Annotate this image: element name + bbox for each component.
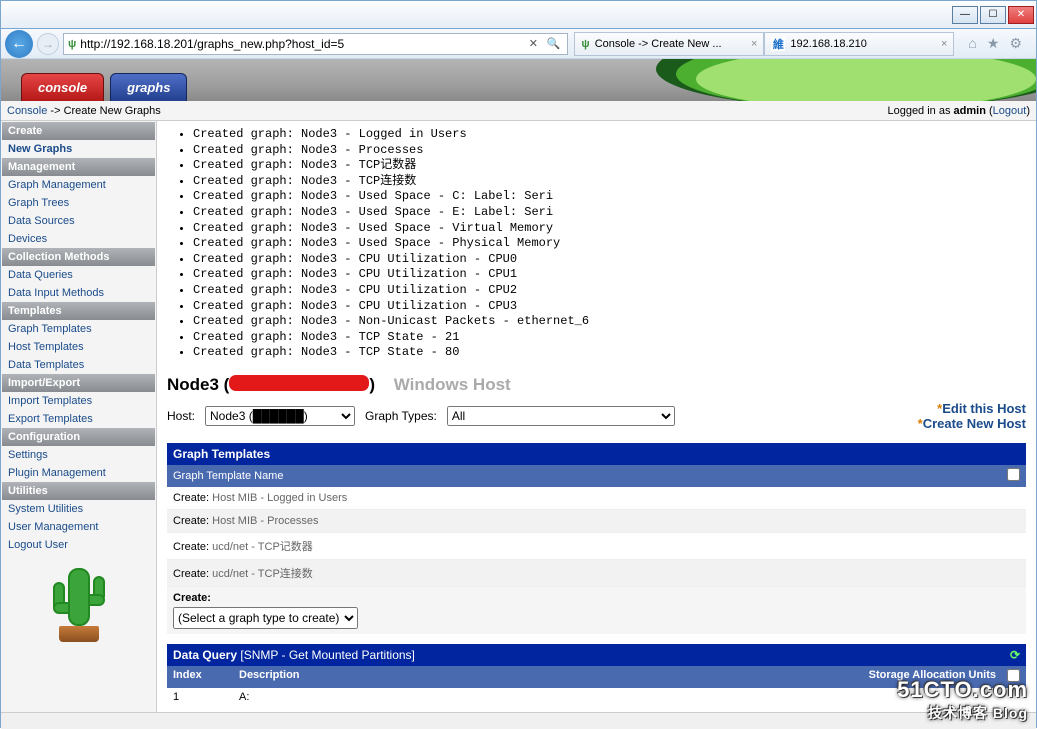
log-line: Created graph: Node3 - TCP State - 21 bbox=[193, 330, 1026, 346]
sidebar-item-new-graphs[interactable]: New Graphs bbox=[8, 143, 72, 155]
main-content: Created graph: Node3 - Logged in UsersCr… bbox=[157, 121, 1036, 712]
cactus-logo-icon bbox=[49, 562, 109, 642]
tab-label: 192.168.18.210 bbox=[790, 38, 866, 50]
log-line: Created graph: Node3 - CPU Utilization -… bbox=[193, 252, 1026, 268]
redacted-ip bbox=[229, 375, 369, 391]
close-button[interactable]: ✕ bbox=[1008, 6, 1034, 24]
url-input[interactable] bbox=[80, 37, 523, 51]
graph-template-row: Create: Host MIB - Processes bbox=[167, 510, 1026, 533]
create-label: Create: bbox=[173, 592, 211, 604]
sidebar-item-data-input[interactable]: Data Input Methods bbox=[8, 287, 104, 299]
log-line: Created graph: Node3 - CPU Utilization -… bbox=[193, 283, 1026, 299]
home-icon[interactable]: ⌂ bbox=[968, 35, 976, 52]
graph-template-row: Create: ucd/net - TCP记数器 bbox=[167, 533, 1026, 560]
log-line: Created graph: Node3 - Used Space - Phys… bbox=[193, 236, 1026, 252]
tab-close-icon[interactable]: × bbox=[941, 38, 947, 50]
sidebar-item-user-management[interactable]: User Management bbox=[8, 521, 99, 533]
log-line: Created graph: Node3 - Used Space - C: L… bbox=[193, 189, 1026, 205]
browser-toolbar: ← → ψ ✕ 🔍 ψ Console -> Create New ... × … bbox=[1, 29, 1036, 59]
graph-templates-header: Graph Templates bbox=[167, 443, 1026, 465]
log-line: Created graph: Node3 - TCP记数器 bbox=[193, 158, 1026, 174]
stop-reload-icon[interactable]: ✕ bbox=[523, 34, 543, 54]
data-query-header: Data Query [SNMP - Get Mounted Partition… bbox=[167, 644, 1026, 666]
forward-button[interactable]: → bbox=[37, 33, 59, 55]
sidebar-item-data-templates[interactable]: Data Templates bbox=[8, 359, 84, 371]
logout-link[interactable]: Logout bbox=[993, 105, 1027, 117]
sidebar-item-plugin-management[interactable]: Plugin Management bbox=[8, 467, 106, 479]
minimize-button[interactable]: — bbox=[952, 6, 978, 24]
host-select[interactable]: Node3 (██████) bbox=[205, 406, 355, 426]
breadcrumb-console-link[interactable]: Console bbox=[7, 105, 47, 117]
cacti-favicon-icon: ψ bbox=[581, 38, 589, 50]
log-line: Created graph: Node3 - TCP连接数 bbox=[193, 174, 1026, 190]
host-label: Host: bbox=[167, 409, 195, 423]
sidebar-header-create: Create bbox=[2, 122, 155, 140]
sidebar-item-data-sources[interactable]: Data Sources bbox=[8, 215, 75, 227]
select-all-checkbox[interactable] bbox=[1007, 468, 1020, 481]
browser-tab-2[interactable]: 維 192.168.18.210 × bbox=[764, 32, 954, 56]
sidebar-item-host-templates[interactable]: Host Templates bbox=[8, 341, 84, 353]
breadcrumb-current: Create New Graphs bbox=[64, 105, 161, 117]
sidebar-header-configuration: Configuration bbox=[2, 428, 155, 446]
tab-graphs[interactable]: graphs bbox=[110, 73, 187, 101]
sidebar-item-import-templates[interactable]: Import Templates bbox=[8, 395, 92, 407]
sidebar-item-logout-user[interactable]: Logout User bbox=[8, 539, 68, 551]
sidebar-item-graph-templates[interactable]: Graph Templates bbox=[8, 323, 92, 335]
app-tabs: console graphs bbox=[1, 59, 1036, 101]
search-icon[interactable]: 🔍 bbox=[543, 34, 563, 54]
cacti-banner-graphic bbox=[616, 59, 1036, 101]
back-button[interactable]: ← bbox=[5, 30, 33, 58]
favorites-icon[interactable]: ★ bbox=[987, 35, 1000, 52]
sidebar: Create New Graphs Management Graph Manag… bbox=[1, 121, 157, 712]
cacti-favicon-icon: ψ bbox=[68, 38, 76, 50]
sidebar-item-settings[interactable]: Settings bbox=[8, 449, 48, 461]
graph-template-row: Create: ucd/net - TCP连接数 bbox=[167, 560, 1026, 587]
graph-types-select[interactable]: All bbox=[447, 406, 675, 426]
create-host-link[interactable]: *Create New Host bbox=[918, 416, 1026, 431]
sidebar-item-export-templates[interactable]: Export Templates bbox=[8, 413, 93, 425]
watermark: 51CTO.com 技术博客 Blog bbox=[897, 677, 1028, 723]
reload-icon[interactable]: ⟳ bbox=[1010, 648, 1020, 662]
graph-templates-col-header: Graph Template Name bbox=[167, 465, 1026, 487]
tab-close-icon[interactable]: × bbox=[751, 38, 757, 50]
window-title-bar: — ☐ ✕ bbox=[1, 1, 1036, 29]
tools-icon[interactable]: ⚙ bbox=[1009, 35, 1022, 52]
browser-tab-1[interactable]: ψ Console -> Create New ... × bbox=[574, 32, 764, 56]
log-line: Created graph: Node3 - Used Space - Virt… bbox=[193, 221, 1026, 237]
log-line: Created graph: Node3 - CPU Utilization -… bbox=[193, 267, 1026, 283]
log-line: Created graph: Node3 - Logged in Users bbox=[193, 127, 1026, 143]
sidebar-header-collection: Collection Methods bbox=[2, 248, 155, 266]
sidebar-header-management: Management bbox=[2, 158, 155, 176]
current-user: admin bbox=[954, 105, 986, 117]
favicon-icon: 維 bbox=[771, 37, 785, 51]
tab-label: Console -> Create New ... bbox=[595, 38, 722, 50]
sidebar-header-import-export: Import/Export bbox=[2, 374, 155, 392]
graph-type-select[interactable]: (Select a graph type to create) bbox=[173, 607, 358, 629]
sidebar-item-graph-management[interactable]: Graph Management bbox=[8, 179, 106, 191]
address-bar[interactable]: ψ ✕ 🔍 bbox=[63, 33, 568, 55]
tab-console[interactable]: console bbox=[21, 73, 104, 101]
host-title: Node3 () Windows Host bbox=[167, 375, 1026, 395]
sidebar-header-utilities: Utilities bbox=[2, 482, 155, 500]
edit-host-link[interactable]: *Edit this Host bbox=[918, 401, 1026, 416]
log-line: Created graph: Node3 - Processes bbox=[193, 143, 1026, 159]
creation-log: Created graph: Node3 - Logged in UsersCr… bbox=[167, 127, 1026, 361]
sidebar-item-data-queries[interactable]: Data Queries bbox=[8, 269, 73, 281]
horizontal-scrollbar[interactable] bbox=[1, 712, 1036, 729]
graph-types-label: Graph Types: bbox=[365, 409, 437, 423]
log-line: Created graph: Node3 - CPU Utilization -… bbox=[193, 299, 1026, 315]
log-line: Created graph: Node3 - Non-Unicast Packe… bbox=[193, 314, 1026, 330]
sidebar-item-system-utilities[interactable]: System Utilities bbox=[8, 503, 83, 515]
log-line: Created graph: Node3 - TCP State - 80 bbox=[193, 345, 1026, 361]
maximize-button[interactable]: ☐ bbox=[980, 6, 1006, 24]
sidebar-header-templates: Templates bbox=[2, 302, 155, 320]
graph-template-row: Create: Host MIB - Logged in Users bbox=[167, 487, 1026, 510]
sidebar-item-graph-trees[interactable]: Graph Trees bbox=[8, 197, 69, 209]
sidebar-item-devices[interactable]: Devices bbox=[8, 233, 47, 245]
log-line: Created graph: Node3 - Used Space - E: L… bbox=[193, 205, 1026, 221]
breadcrumb: Console -> Create New Graphs Logged in a… bbox=[1, 101, 1036, 121]
